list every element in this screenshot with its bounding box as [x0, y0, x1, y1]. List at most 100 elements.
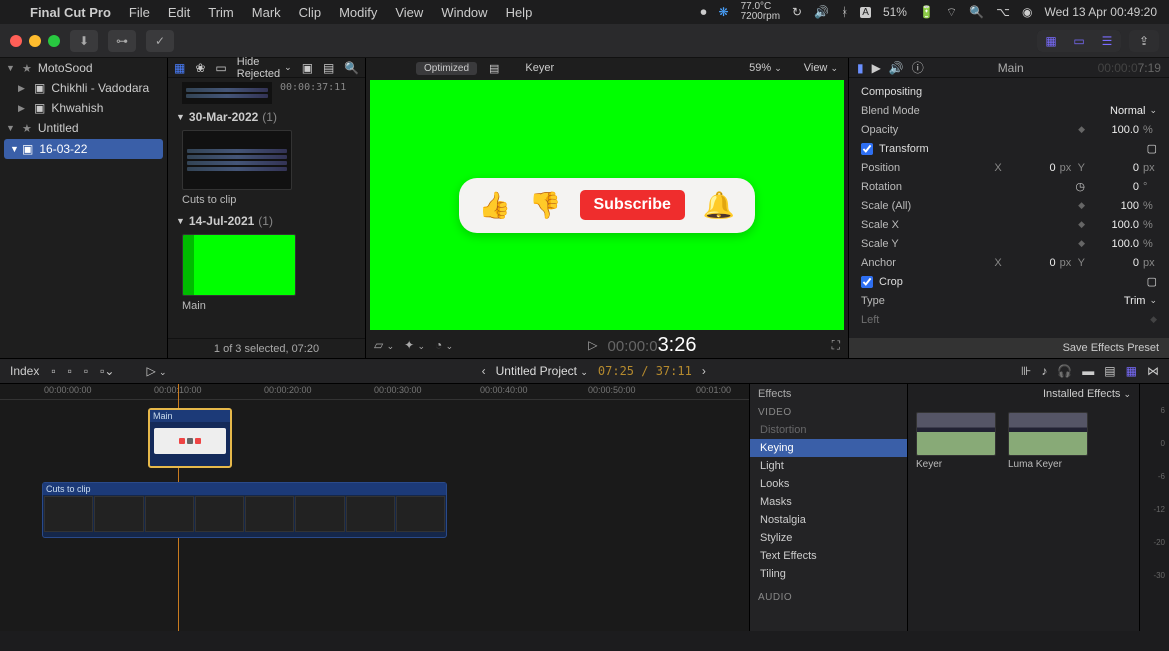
transform-checkbox[interactable] [861, 143, 873, 155]
audio-skimming-icon[interactable]: ♪ [1041, 364, 1047, 378]
clip-main-green[interactable] [182, 234, 296, 296]
viewer-canvas[interactable]: 👍 👎 Subscribe 🔔 [370, 80, 844, 330]
layout-browser-button[interactable]: ▦ [1037, 30, 1065, 52]
position-row[interactable]: PositionX0pxY0px [849, 158, 1169, 177]
view-menu[interactable]: View ⌄ [804, 62, 838, 74]
menu-clip[interactable]: Clip [299, 5, 321, 20]
minimize-window-button[interactable] [29, 35, 41, 47]
import-button[interactable]: ⬇ [70, 30, 98, 52]
battery-icon[interactable]: 🔋 [919, 5, 934, 19]
library-icon[interactable]: ▦ [174, 61, 185, 75]
overwrite-clip-icon[interactable]: ▫⌄ [100, 364, 114, 378]
layout-inspector-button[interactable]: ☰ [1093, 30, 1121, 52]
timeline[interactable]: 00:00:00:00 00:00:10:00 00:00:20:00 00:0… [0, 384, 749, 631]
effects-browser-icon[interactable]: ▦ [1126, 364, 1137, 378]
event-item-16-03-22[interactable]: ▼▣ 16-03-22 [4, 139, 163, 159]
zoom-window-button[interactable] [48, 35, 60, 47]
search-icon[interactable]: 🔍 [344, 61, 359, 75]
library-item-untitled[interactable]: ▼★Untitled [0, 118, 167, 138]
fx-cat-text-effects[interactable]: Text Effects [750, 547, 907, 565]
next-edit-button[interactable]: › [702, 364, 706, 378]
event-30-mar-2022[interactable]: ▼30-Mar-2022 (1) [174, 106, 359, 128]
audio-inspector-icon[interactable]: 🔊 [889, 61, 904, 75]
library-item-motosood[interactable]: ▼★MotoSood [0, 58, 167, 78]
record-icon[interactable]: ⏺ [701, 5, 707, 20]
play-button[interactable]: ▷ [588, 338, 597, 352]
save-effects-preset-button[interactable]: Save Effects Preset [849, 338, 1169, 358]
crop-left-row[interactable]: Left◆ [849, 310, 1169, 329]
append-clip-icon[interactable]: ▫ [84, 364, 88, 378]
app-name[interactable]: Final Cut Pro [30, 5, 111, 20]
snapping-icon[interactable]: ▬ [1082, 364, 1094, 378]
insert-clip-icon[interactable]: ▫ [68, 364, 72, 378]
list-view-icon[interactable]: ▤ [323, 61, 334, 75]
timemachine-icon[interactable]: ↻ [792, 5, 802, 19]
timeline-clip-main[interactable]: Main [148, 408, 232, 468]
keyword-button[interactable]: ⊶ [108, 30, 136, 52]
zoom-menu[interactable]: 59% ⌄ [749, 62, 782, 74]
photos-icon[interactable]: ❀ [195, 61, 205, 75]
index-button[interactable]: Index [10, 364, 39, 378]
select-tool-menu[interactable]: ▷ ⌄ [146, 364, 166, 378]
hide-rejected-menu[interactable]: Hide Rejected ⌄ [237, 56, 292, 80]
event-item-chikhli[interactable]: ▶▣ Chikhli - Vadodara [0, 78, 167, 98]
fx-cat-stylize[interactable]: Stylize [750, 529, 907, 547]
transform-tool-menu[interactable]: ▱ ⌄ [374, 338, 394, 352]
layout-timeline-button[interactable]: ▭ [1065, 30, 1093, 52]
close-window-button[interactable] [10, 35, 22, 47]
menu-mark[interactable]: Mark [252, 5, 281, 20]
crop-section[interactable]: Crop▢ [849, 272, 1169, 291]
clip-appearance-tl-icon[interactable]: ▤ [1104, 364, 1115, 378]
menu-file[interactable]: File [129, 5, 150, 20]
crop-type-row[interactable]: TypeTrim⌄ [849, 291, 1169, 310]
transform-reveal-icon[interactable]: ▢ [1147, 142, 1157, 155]
event-item-khwahish[interactable]: ▶▣ Khwahish [0, 98, 167, 118]
timeline-ruler[interactable]: 00:00:00:00 00:00:10:00 00:00:20:00 00:0… [0, 384, 749, 400]
background-tasks-button[interactable]: ✓ [146, 30, 174, 52]
clip-appearance-icon[interactable]: ▣ [302, 61, 313, 75]
volume-icon[interactable]: 🔊 [814, 5, 829, 19]
installed-effects-menu[interactable]: Installed Effects ⌄ [1043, 388, 1131, 400]
project-name[interactable]: Untitled Project ⌄ [496, 364, 588, 378]
menu-help[interactable]: Help [506, 5, 533, 20]
crop-checkbox[interactable] [861, 276, 873, 288]
input-icon[interactable]: A [860, 7, 871, 18]
scale-all-row[interactable]: Scale (All)◆100% [849, 196, 1169, 215]
spotlight-icon[interactable]: 🔍 [969, 5, 984, 19]
menu-modify[interactable]: Modify [339, 5, 377, 20]
wifi-icon[interactable]: ⌔ [946, 5, 957, 20]
effect-luma-keyer[interactable]: Luma Keyer [1008, 412, 1090, 623]
scale-y-row[interactable]: Scale Y◆100.0% [849, 234, 1169, 253]
transform-section[interactable]: Transform▢ [849, 139, 1169, 158]
fx-cat-light[interactable]: Light [750, 457, 907, 475]
rotation-dial-icon[interactable]: ◷ [1075, 180, 1085, 193]
compositing-section[interactable]: Compositing [849, 82, 1169, 101]
clip-thumbnail-partial[interactable] [182, 82, 272, 104]
effect-keyer[interactable]: Keyer [916, 412, 998, 623]
retime-menu[interactable]: ◔ ⌄ [435, 338, 453, 352]
titles-icon[interactable]: ▭ [215, 61, 226, 75]
fx-cat-looks[interactable]: Looks [750, 475, 907, 493]
timeline-clip-cuts[interactable]: Cuts to clip [42, 482, 447, 538]
clip-cuts-to-clip[interactable] [182, 130, 292, 190]
bluetooth-icon[interactable]: ᚼ [841, 5, 848, 19]
fx-cat-distortion[interactable]: Distortion [750, 421, 907, 439]
blend-mode-row[interactable]: Blend ModeNormal⌄ [849, 101, 1169, 120]
anchor-row[interactable]: AnchorX0pxY0px [849, 253, 1169, 272]
scale-x-row[interactable]: Scale X◆100.0% [849, 215, 1169, 234]
fan-icon[interactable]: ❋ [719, 5, 729, 19]
control-center-icon[interactable]: ⌥ [996, 5, 1010, 19]
share-button[interactable]: ⇪ [1129, 30, 1159, 52]
generator-inspector-icon[interactable]: ▶ [872, 61, 881, 75]
connect-clip-icon[interactable]: ▫ [51, 364, 55, 378]
fx-cat-tiling[interactable]: Tiling [750, 565, 907, 583]
skimming-icon[interactable]: ⊪ [1021, 364, 1031, 378]
prev-edit-button[interactable]: ‹ [482, 364, 486, 378]
fx-cat-keying[interactable]: Keying [750, 439, 907, 457]
fullscreen-button[interactable]: ⛶ [832, 338, 840, 353]
fx-cat-masks[interactable]: Masks [750, 493, 907, 511]
menu-view[interactable]: View [395, 5, 423, 20]
event-14-jul-2021[interactable]: ▼14-Jul-2021 (1) [174, 210, 359, 232]
enhance-menu[interactable]: ✦ ⌄ [404, 338, 425, 352]
solo-icon[interactable]: 🎧 [1057, 364, 1072, 378]
